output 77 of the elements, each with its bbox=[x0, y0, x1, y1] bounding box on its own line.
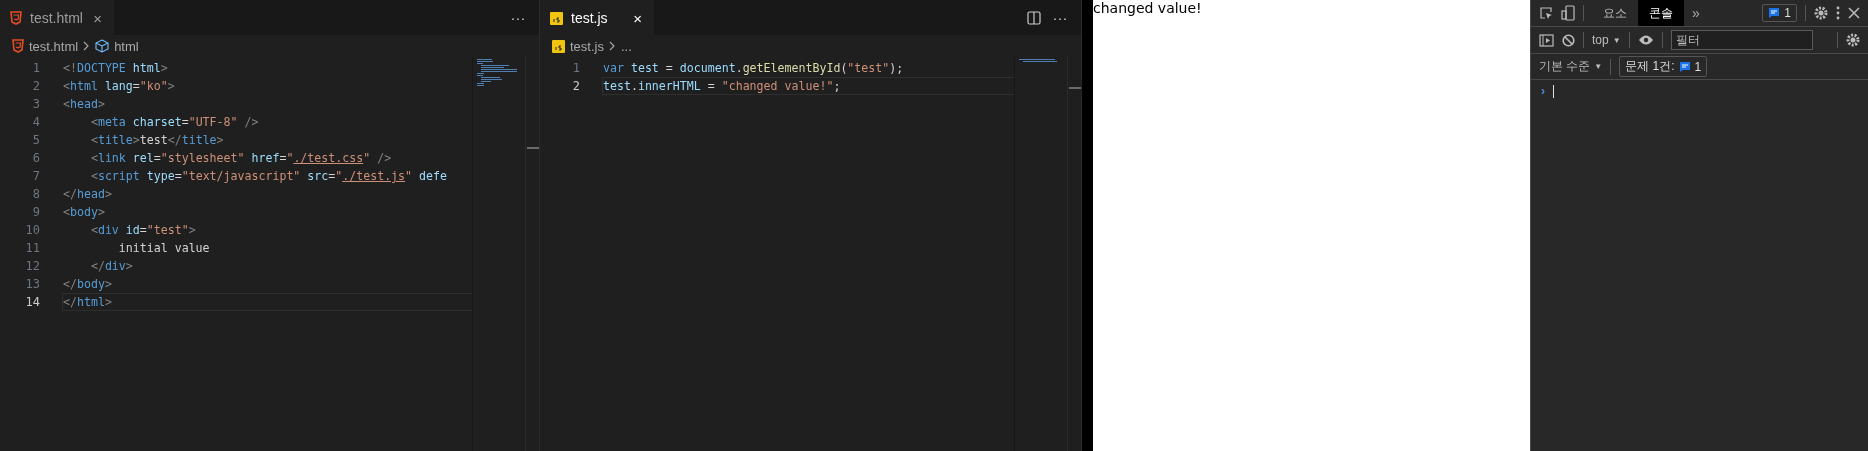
editor-tab[interactable]: test.html × bbox=[0, 0, 114, 35]
scrollbar-thumb[interactable] bbox=[1069, 87, 1081, 89]
line-number: 8 bbox=[31, 187, 41, 201]
issues-badge[interactable]: 1 bbox=[1762, 4, 1797, 22]
more-actions-button[interactable]: ··· bbox=[1047, 0, 1073, 35]
inspect-icon[interactable] bbox=[1539, 6, 1553, 20]
line-number: 6 bbox=[31, 151, 41, 165]
devtools-tab[interactable]: 콘솔 bbox=[1638, 0, 1684, 26]
more-tabs-button[interactable]: » bbox=[1692, 5, 1700, 21]
tab-title: test.html bbox=[30, 10, 84, 26]
prompt-icon: › bbox=[1541, 84, 1545, 98]
close-button[interactable]: × bbox=[633, 9, 642, 27]
code-line: <title>test</title> bbox=[89, 132, 225, 149]
line-number: 14 bbox=[24, 295, 41, 309]
code-line: <head> bbox=[62, 96, 106, 113]
code-line: </body> bbox=[62, 276, 113, 293]
log-level-dropdown[interactable]: 기본 수준 ▼ bbox=[1539, 58, 1603, 75]
line-number: 2 bbox=[31, 79, 41, 93]
line-number: 4 bbox=[31, 115, 41, 129]
editor-tab[interactable]: test.js × bbox=[540, 0, 654, 35]
code-line: <body> bbox=[62, 204, 106, 221]
line-number: 1 bbox=[571, 61, 581, 75]
issues-button[interactable]: 문제 1건: 1 bbox=[1619, 56, 1708, 77]
cube-icon bbox=[95, 39, 110, 53]
message-icon bbox=[1678, 60, 1691, 73]
line-number: 11 bbox=[24, 241, 41, 255]
line-number: 3 bbox=[31, 97, 41, 111]
scrollbar-thumb[interactable] bbox=[527, 147, 539, 149]
kebab-menu-icon[interactable] bbox=[1836, 6, 1840, 20]
breadcrumb-item[interactable]: test.html bbox=[29, 38, 79, 54]
close-icon[interactable] bbox=[1848, 7, 1860, 19]
chevron-right-icon bbox=[83, 41, 91, 51]
code-line: <link rel="stylesheet" href="./test.css" /> bbox=[89, 150, 393, 167]
line-number: 7 bbox=[31, 169, 41, 183]
minimap-drawing bbox=[1019, 59, 1059, 65]
device-icon[interactable] bbox=[1561, 5, 1575, 21]
code-line: </html> bbox=[62, 293, 472, 311]
chevron-right-icon bbox=[608, 41, 616, 51]
filter-field[interactable]: 필터 bbox=[1670, 30, 1813, 50]
line-number: 1 bbox=[31, 61, 41, 75]
code-line: var test = document.getElementById("test"); bbox=[602, 60, 905, 77]
devtools-tab[interactable]: 요소 bbox=[1592, 0, 1638, 26]
code-line: </div> bbox=[89, 258, 134, 275]
code-line: test.innerHTML = "changed value!"; bbox=[602, 77, 1014, 95]
close-button[interactable]: × bbox=[93, 9, 102, 27]
html-file-icon bbox=[12, 39, 24, 53]
line-number: 13 bbox=[24, 277, 41, 291]
settings-icon[interactable] bbox=[1846, 33, 1860, 47]
code-line: <script type="text/javascript" src="./test.js" defe bbox=[89, 168, 448, 185]
line-number: 10 bbox=[24, 223, 41, 237]
minimap-drawing bbox=[477, 59, 517, 89]
clear-console-icon[interactable] bbox=[1562, 33, 1575, 47]
code-line: <meta charset="UTF-8" /> bbox=[89, 114, 260, 131]
sidebar-toggle-icon[interactable] bbox=[1539, 33, 1554, 47]
breadcrumb-item[interactable]: html bbox=[114, 38, 139, 54]
line-number: 12 bbox=[24, 259, 41, 273]
js-file-icon bbox=[550, 11, 563, 25]
code-line: <html lang="ko"> bbox=[62, 78, 176, 95]
code-line: initial value bbox=[117, 240, 211, 257]
context-dropdown[interactable]: top ▼ bbox=[1592, 33, 1621, 47]
html-file-icon bbox=[10, 11, 22, 25]
page-text: changed value! bbox=[1093, 0, 1203, 16]
tab-title: test.js bbox=[571, 10, 609, 26]
message-icon bbox=[1768, 7, 1781, 19]
settings-icon[interactable] bbox=[1814, 6, 1828, 20]
line-number: 9 bbox=[31, 205, 41, 219]
more-actions-button[interactable]: ··· bbox=[505, 0, 531, 35]
line-number: 2 bbox=[571, 79, 581, 93]
breadcrumb-item[interactable]: ... bbox=[620, 38, 632, 54]
eye-icon[interactable] bbox=[1637, 34, 1654, 46]
line-number: 5 bbox=[31, 133, 41, 147]
text-cursor bbox=[1553, 84, 1554, 98]
code-line: <!DOCTYPE html> bbox=[62, 60, 169, 77]
code-line: <div id="test"> bbox=[89, 222, 197, 239]
breadcrumb-item[interactable]: test.js bbox=[570, 38, 604, 54]
js-file-icon bbox=[552, 39, 565, 53]
code-line: </head> bbox=[62, 186, 113, 203]
